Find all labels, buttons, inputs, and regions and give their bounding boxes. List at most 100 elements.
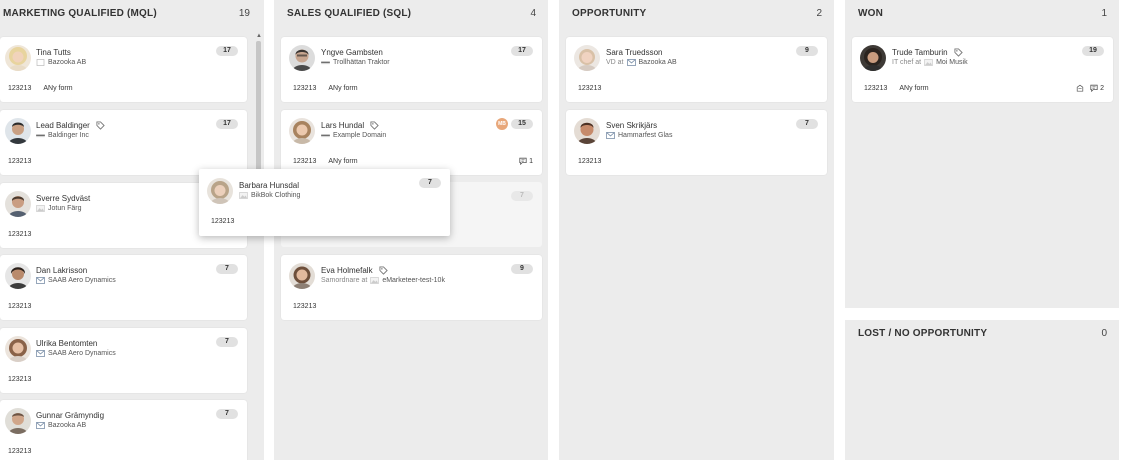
tag-icon[interactable] (379, 266, 388, 275)
card-footer: 123213 (8, 158, 31, 165)
lead-name[interactable]: Yngve Gambsten (321, 48, 383, 57)
card-footer: 123213 ANy form (8, 85, 73, 92)
card-footer: 123213 (8, 376, 31, 383)
lead-company: SAAB Aero Dynamics (36, 350, 116, 357)
lead-score-badge: 7 (511, 191, 533, 201)
company-email-icon (36, 350, 45, 357)
column-title: MARKETING QUALIFIED (MQL) (3, 8, 157, 19)
lead-score-badge: 19 (1082, 46, 1104, 56)
column-header: LOST / NO OPPORTUNITY 0 (845, 320, 1119, 348)
column-count: 4 (530, 8, 536, 19)
lead-card[interactable]: Trude Tamburin IT chef at Moi Musik 19 12… (852, 37, 1113, 102)
lead-card[interactable]: Dan Lakrisson SAAB Aero Dynamics 7 12321… (0, 255, 247, 320)
column-lost: LOST / NO OPPORTUNITY 0 (845, 320, 1119, 460)
lead-name[interactable]: Barbara Hunsdal (239, 181, 299, 190)
lead-id: 123213 (211, 218, 235, 225)
company-logo-icon (924, 59, 933, 66)
scroll-up-arrow-icon[interactable]: ▲ (256, 33, 262, 39)
column-title: OPPORTUNITY (572, 8, 647, 19)
lead-card[interactable]: Gunnar Grämyndig Bazooka AB 7 123213 (0, 400, 247, 460)
lead-name[interactable]: Lead Baldinger (36, 121, 90, 130)
company-logo-icon (36, 59, 45, 66)
lead-name[interactable]: Trude Tamburin (892, 48, 948, 57)
comment-icon[interactable] (1090, 84, 1098, 92)
column-header: WON 1 (845, 0, 1119, 28)
lead-score-badge: 7 (796, 119, 818, 129)
lead-name[interactable]: Gunnar Grämyndig (36, 411, 104, 420)
lead-company: BikBok Clothing (239, 192, 300, 199)
lead-score-badge: 17 (216, 119, 238, 129)
lead-id: 123213 (578, 158, 602, 165)
lead-card[interactable]: Ulrika Bentomten SAAB Aero Dynamics 7 12… (0, 328, 247, 393)
lead-form: ANy form (328, 85, 358, 92)
column-won: WON 1 Trude Tamburin IT chef at Moi Musik… (845, 0, 1119, 308)
comments-indicator[interactable]: 1 (519, 157, 533, 165)
company-building-icon[interactable] (1076, 84, 1084, 92)
lead-id: 123213 (293, 158, 317, 165)
lead-name[interactable]: Sara Truedsson (606, 48, 662, 57)
avatar (574, 118, 600, 144)
lead-card[interactable]: Sara Truedsson VD at Bazooka AB 9 123213 (566, 37, 827, 102)
lead-card[interactable]: Tina Tutts Bazooka AB 17 123213 ANy form (0, 37, 247, 102)
column-header: MARKETING QUALIFIED (MQL) 19 (0, 0, 264, 28)
lead-id: 123213 (8, 376, 32, 383)
column-title: SALES QUALIFIED (SQL) (287, 8, 412, 19)
lead-company: VD at Bazooka AB (606, 59, 677, 66)
lead-form: ANy form (43, 85, 73, 92)
comment-icon (519, 157, 527, 165)
column-scrollbar[interactable]: ▲ (256, 33, 262, 460)
column-opportunity: OPPORTUNITY 2 Sara Truedsson VD at Bazook… (559, 0, 834, 460)
lead-name[interactable]: Eva Holmefalk (321, 266, 373, 275)
scroll-thumb[interactable] (256, 41, 261, 181)
card-footer: 123213 (293, 303, 316, 310)
column-count: 0 (1101, 328, 1107, 339)
lead-score-badge: 7 (216, 337, 238, 347)
lead-name[interactable]: Sverre Sydväst (36, 194, 90, 203)
lead-company: Hammarfest Glas (606, 132, 672, 139)
lead-card[interactable]: Eva Holmefalk Samordnare at eMarketeer-te… (281, 255, 542, 320)
lead-id: 123213 (8, 303, 32, 310)
avatar (5, 263, 31, 289)
lead-name[interactable]: Dan Lakrisson (36, 266, 87, 275)
comment-count: 2 (1100, 84, 1104, 92)
lead-name[interactable]: Ulrika Bentomten (36, 339, 97, 348)
avatar (5, 118, 31, 144)
tag-icon[interactable] (954, 48, 963, 57)
lead-card[interactable]: Sven Skrikjärs Hammarfest Glas 7 123213 (566, 110, 827, 175)
owner-avatar-badge[interactable]: MB (496, 118, 508, 130)
card-indicators: 2 (1076, 84, 1104, 92)
lead-score-badge: 7 (216, 409, 238, 419)
dragging-lead-card[interactable]: Barbara Hunsdal BikBok Clothing 7 123213 (199, 169, 450, 236)
avatar (289, 118, 315, 144)
lead-id: 123213 (8, 158, 32, 165)
lead-name[interactable]: Tina Tutts (36, 48, 71, 57)
company-logo-icon (239, 192, 248, 199)
lead-company: Trollhättan Traktor (321, 59, 390, 66)
avatar (5, 45, 31, 71)
lead-card[interactable]: Lead Baldinger Baldinger Inc 17 123213 (0, 110, 247, 175)
column-count: 2 (816, 8, 822, 19)
lead-score-badge: 9 (796, 46, 818, 56)
company-email-icon (627, 59, 636, 66)
company-email-icon (36, 422, 45, 429)
column-count: 1 (1101, 8, 1107, 19)
lead-name[interactable]: Lars Hundal (321, 121, 364, 130)
lead-id: 123213 (8, 231, 32, 238)
tag-icon[interactable] (370, 121, 379, 130)
lead-company: IT chef at Moi Musik (892, 59, 968, 66)
avatar (289, 263, 315, 289)
lead-card[interactable]: Lars Hundal Example Domain MB 15 123213 A… (281, 110, 542, 175)
lead-company: SAAB Aero Dynamics (36, 277, 116, 284)
lead-name[interactable]: Sven Skrikjärs (606, 121, 657, 130)
lead-id: 123213 (293, 303, 317, 310)
tag-icon[interactable] (96, 121, 105, 130)
card-footer: 123213 (578, 85, 601, 92)
avatar (5, 336, 31, 362)
lead-score-badge: 9 (511, 264, 533, 274)
comment-count: 1 (529, 157, 533, 165)
lead-card[interactable]: Yngve Gambsten Trollhättan Traktor 17 12… (281, 37, 542, 102)
card-footer: 123213 (211, 218, 234, 225)
company-logo-icon (36, 132, 45, 139)
lead-company: Example Domain (321, 132, 386, 139)
lead-form: ANy form (328, 158, 358, 165)
